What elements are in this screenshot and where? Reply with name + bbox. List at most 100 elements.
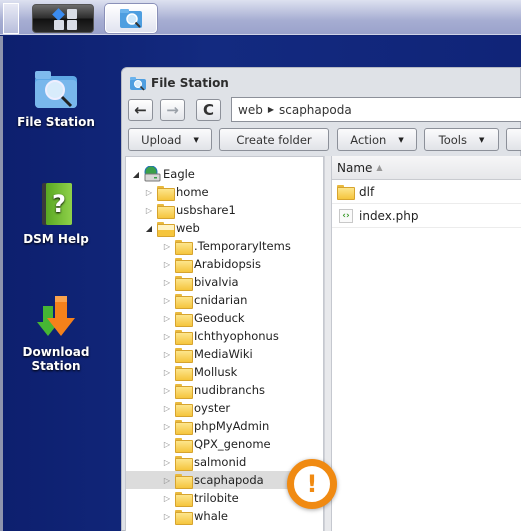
server-icon [144,166,161,182]
more-toolbar-button[interactable] [506,128,521,151]
action-button[interactable]: Action ▼ [337,128,417,151]
column-header-label: Name [337,160,373,175]
tree-item-label: oyster [194,401,231,415]
window-title-bar[interactable]: File Station [130,73,229,93]
expand-arrow-icon[interactable]: ▷ [162,494,172,503]
expand-arrow-icon[interactable]: ▷ [162,296,172,305]
tree-item-label: trilobite [194,491,239,505]
taskbar-edge [3,3,19,34]
exclamation-icon: ! [306,470,318,498]
create-folder-button[interactable]: Create folder [219,128,329,151]
tree-root[interactable]: ◢ Eagle [126,165,323,183]
folder-icon [175,293,193,309]
tree-item[interactable]: ▷ oyster [126,399,323,417]
expand-arrow-icon[interactable]: ◢ [131,170,141,179]
desktop-icon-dsm-help[interactable]: ? DSM Help [1,179,111,246]
action-label: Action [350,132,387,147]
main-menu-tile [67,9,77,19]
expand-arrow-icon[interactable]: ▷ [162,260,172,269]
desktop-icon-label: File Station [17,115,95,129]
tree-item[interactable]: ▷ cnidarian [126,291,323,309]
folder-icon [175,401,193,417]
file-station-icon [120,9,142,28]
expand-arrow-icon[interactable]: ▷ [162,512,172,521]
path-bar[interactable]: web ▶ scaphapoda [231,97,521,122]
folder-icon [175,419,193,435]
expand-arrow-icon[interactable]: ▷ [162,404,172,413]
tree-item[interactable]: ▷ MediaWiki [126,345,323,363]
collapse-arrow-icon[interactable]: ◢ [144,224,154,233]
main-menu-tile [67,20,77,30]
tree-root-label: Eagle [163,167,195,181]
expand-arrow-icon[interactable]: ▷ [162,278,172,287]
desktop-icon-label: DSM Help [23,232,89,246]
folder-icon [157,203,175,219]
forward-button[interactable]: → [160,99,185,121]
forward-arrow-icon: → [166,101,179,119]
expand-arrow-icon[interactable]: ▷ [162,350,172,359]
expand-arrow-icon[interactable]: ▷ [162,386,172,395]
upload-button[interactable]: Upload ▼ [128,128,212,151]
tree-item-label: bivalvia [194,275,239,289]
expand-arrow-icon[interactable]: ▷ [162,242,172,251]
expand-arrow-icon[interactable]: ▷ [162,422,172,431]
expand-arrow-icon[interactable]: ▷ [162,368,172,377]
tree-item-label: scaphapoda [194,473,264,487]
file-row[interactable]: ‹› index.php [332,204,521,228]
tools-label: Tools [438,132,467,147]
expand-arrow-icon[interactable]: ▷ [162,314,172,323]
warning-badge[interactable]: ! [287,459,337,509]
tree-item[interactable]: ▷ .TemporaryItems [126,237,323,255]
folder-icon [175,455,193,471]
upload-label: Upload [141,132,182,147]
expand-arrow-icon[interactable]: ▷ [162,440,172,449]
desktop-icon-file-station[interactable]: File Station [1,66,111,129]
folder-icon [175,257,193,273]
tree-item[interactable]: ▷ Mollusk [126,363,323,381]
expand-arrow-icon[interactable]: ▷ [162,476,172,485]
tree-item[interactable]: ▷ phpMyAdmin [126,417,323,435]
folder-icon [157,185,175,201]
folder-icon [175,473,193,489]
desktop-icon-download-station[interactable]: Download Station [1,292,111,373]
file-name: index.php [359,208,419,223]
desktop-icon-label-line2: Station [31,359,81,373]
taskbar-file-station-button[interactable] [105,4,157,33]
tree-item-label: Mollusk [194,365,238,379]
tree-item[interactable]: ▷ bivalvia [126,273,323,291]
tree-item-label: salmonid [194,455,247,469]
tree-item[interactable]: ▷ Arabidopsis [126,255,323,273]
expand-arrow-icon[interactable]: ▷ [162,458,172,467]
tree-item[interactable]: ▷ whale [126,507,323,525]
chevron-down-icon: ▼ [193,135,199,144]
back-arrow-icon: ← [134,101,147,119]
taskbar [0,0,521,35]
tree-item-label: .TemporaryItems [194,239,291,253]
tree-item[interactable]: ▷ usbshare1 [126,201,323,219]
folder-icon [337,185,355,200]
file-station-icon [130,76,146,91]
folder-icon [175,311,193,327]
file-name: dlf [359,184,375,199]
expand-arrow-icon[interactable]: ▷ [144,188,154,197]
path-segment[interactable]: web [238,103,263,117]
tools-button[interactable]: Tools ▼ [424,128,499,151]
refresh-button[interactable]: C [196,99,221,121]
expand-arrow-icon[interactable]: ▷ [144,206,154,215]
back-button[interactable]: ← [128,99,153,121]
column-header-name[interactable]: Name ▲ [332,156,521,180]
file-row[interactable]: dlf [332,180,521,204]
main-menu-button[interactable] [32,4,94,33]
tree-item[interactable]: ▷ Ichthyophonus [126,327,323,345]
tree-item-label: Ichthyophonus [194,329,279,343]
expand-arrow-icon[interactable]: ▷ [162,332,172,341]
tree-item[interactable]: ▷ home [126,183,323,201]
chevron-down-icon: ▼ [398,135,404,144]
tree-item[interactable]: ▷ QPX_genome [126,435,323,453]
folder-icon [175,365,193,381]
tree-item[interactable]: ◢ web [126,219,323,237]
folder-icon [175,239,193,255]
path-segment[interactable]: scaphapoda [279,103,352,117]
tree-item[interactable]: ▷ nudibranchs [126,381,323,399]
tree-item[interactable]: ▷ Geoduck [126,309,323,327]
